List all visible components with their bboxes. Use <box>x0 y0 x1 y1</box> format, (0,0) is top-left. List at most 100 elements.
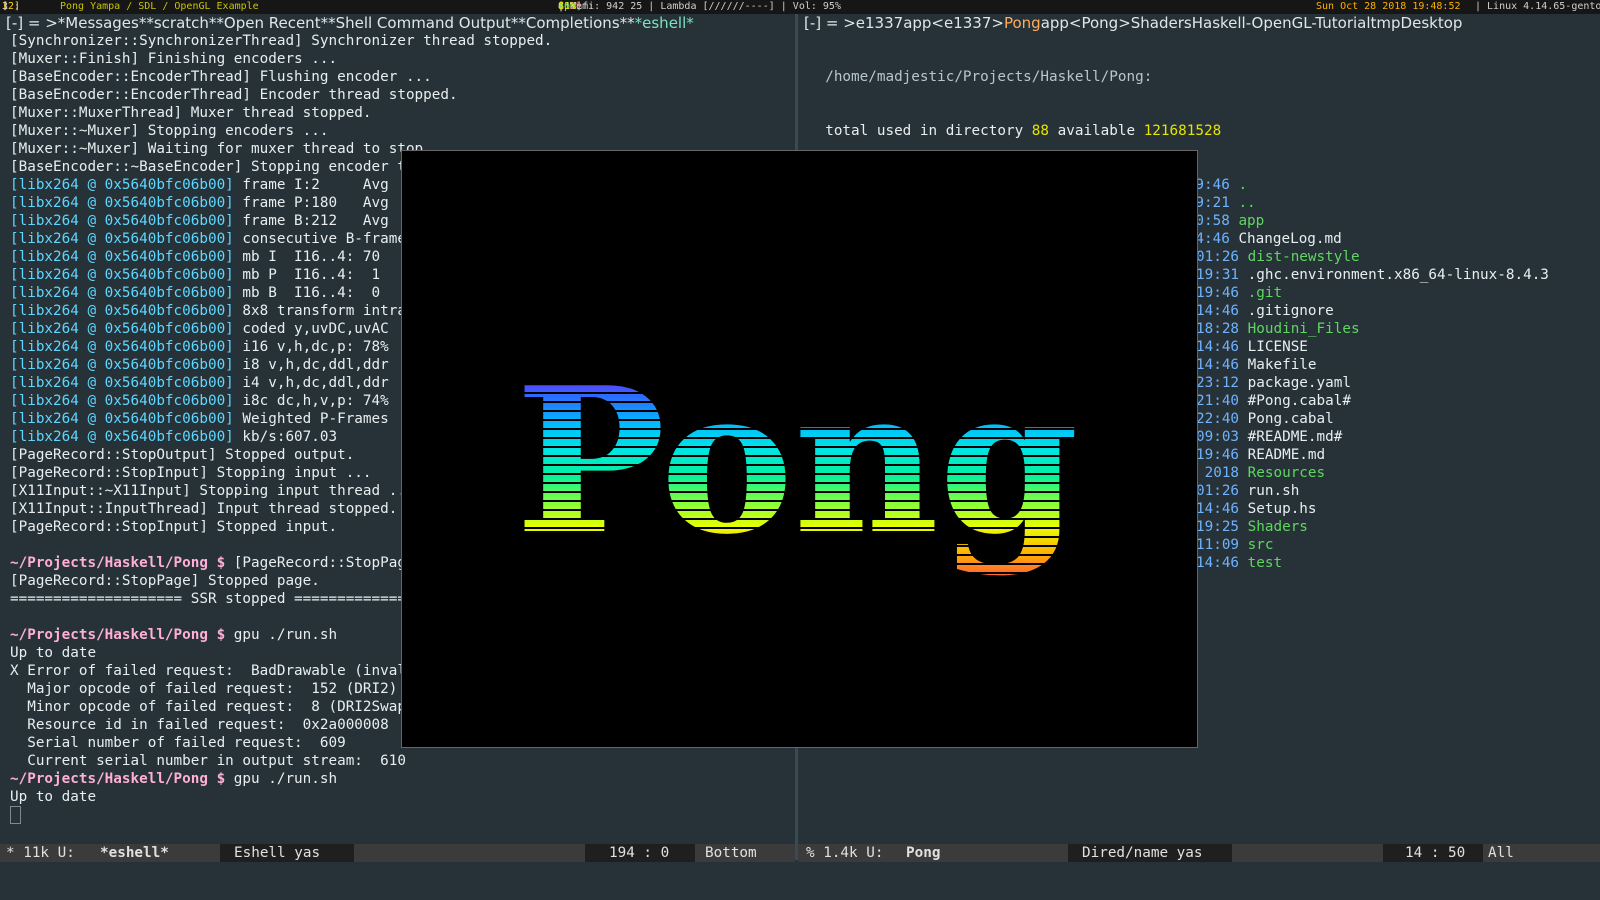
output-line: [Synchronizer::SynchronizerThread] Synch… <box>10 33 553 49</box>
prompt-line: ~/Projects/Haskell/Pong $ gpu ./run.sh <box>10 770 795 788</box>
output-line: [Muxer::~Muxer] Stopping encoders ... <box>10 123 329 139</box>
log-prefix: [libx264 @ 0x5640bfc06b00] <box>10 321 234 337</box>
file-name[interactable]: .git <box>1248 285 1282 301</box>
file-time: 14:46 <box>1196 339 1240 355</box>
buffer-name[interactable]: Pong <box>906 844 940 862</box>
mode-line-left: * 11k U: *eshell* Eshell yas 194 : 0 Bot… <box>0 844 795 862</box>
file-name[interactable]: app <box>1238 213 1264 229</box>
log-prefix: [libx264 @ 0x5640bfc06b00] <box>10 177 234 193</box>
cursor-position: 14 : 50 <box>1383 844 1483 862</box>
file-name[interactable]: test <box>1248 555 1282 571</box>
file-time: 01:26 <box>1196 249 1240 265</box>
log-text: frame P:180 Avg <box>233 195 389 211</box>
shell-prompt: ~/Projects/Haskell/Pong $ <box>10 771 234 787</box>
file-name[interactable]: #README.md# <box>1248 429 1343 445</box>
log-text: frame I:2 Avg <box>233 177 389 193</box>
log-prefix: [libx264 @ 0x5640bfc06b00] <box>10 213 234 229</box>
major-mode[interactable]: Eshell yas <box>220 844 354 862</box>
log-prefix: [libx264 @ 0x5640bfc06b00] <box>10 375 234 391</box>
output-line: [Muxer::Finish] Finishing encoders ... <box>10 51 338 67</box>
file-time: 21:40 <box>1196 393 1240 409</box>
file-name[interactable]: Makefile <box>1248 357 1317 373</box>
log-prefix: [libx264 @ 0x5640bfc06b00] <box>10 231 234 247</box>
file-name[interactable]: src <box>1248 537 1274 553</box>
directory-path: /home/madjestic/Projects/Haskell/Pong: <box>808 69 1153 85</box>
kernel-version: | Linux 4.14.65-gentoo <box>1475 1 1600 12</box>
output-line: Up to date <box>10 789 97 805</box>
buffer-status: * 11k U: <box>6 845 75 861</box>
file-time: 18:28 <box>1196 321 1240 337</box>
input-line[interactable] <box>10 806 795 824</box>
file-name[interactable]: #Pong.cabal# <box>1248 393 1351 409</box>
log-text: Weighted P-Frames <box>233 411 389 427</box>
command-text: gpu ./run.sh <box>233 627 338 643</box>
buffer-name[interactable]: *eshell* <box>100 844 169 862</box>
pong-game-window[interactable]: Pong <box>401 150 1198 748</box>
minibuffer[interactable] <box>0 862 1600 900</box>
mode-line-right: % 1.4k U: Pong Dired/name yas 14 : 50 Al… <box>798 844 1600 862</box>
file-time: 19:31 <box>1196 267 1240 283</box>
file-time: 19:25 <box>1196 519 1240 535</box>
file-time: 19:46 <box>1196 285 1240 301</box>
shell-prompt: ~/Projects/Haskell/Pong $ <box>10 627 234 643</box>
file-name[interactable]: Shaders <box>1248 519 1308 535</box>
buffer-tabs-right[interactable]: [-] = >e1337app<e1337>Pongapp<Pong>Shade… <box>798 14 1600 32</box>
log-prefix: [libx264 @ 0x5640bfc06b00] <box>10 195 234 211</box>
file-time: 23:12 <box>1196 375 1240 391</box>
pong-title-render: Pong <box>515 344 1079 579</box>
log-prefix: [libx264 @ 0x5640bfc06b00] <box>10 285 234 301</box>
file-name[interactable]: .. <box>1238 195 1255 211</box>
file-time: 14:46 <box>1196 357 1240 373</box>
file-name[interactable]: .gitignore <box>1248 303 1334 319</box>
buffer-status: % 1.4k U: <box>806 845 884 861</box>
log-text: i4 v,h,dc,ddl,ddr <box>233 375 389 391</box>
command-text: gpu ./run.sh <box>233 771 338 787</box>
log-text: i16 v,h,dc,p: 78% <box>233 339 389 355</box>
file-name[interactable]: README.md <box>1248 447 1325 463</box>
scroll-position: Bottom <box>705 845 757 861</box>
file-time: 19:46 <box>1196 447 1240 463</box>
file-name[interactable]: ChangeLog.md <box>1238 231 1341 247</box>
log-prefix: [libx264 @ 0x5640bfc06b00] <box>10 411 234 427</box>
file-time: 14:46 <box>1196 303 1240 319</box>
file-time: 22:40 <box>1196 411 1240 427</box>
file-time: 09:03 <box>1196 429 1240 445</box>
log-text: frame B:212 Avg <box>233 213 389 229</box>
tab-eshell[interactable]: *eshell* <box>635 14 694 32</box>
file-name[interactable]: Houdini_Files <box>1248 321 1360 337</box>
file-name[interactable]: . <box>1238 177 1247 193</box>
log-text: consecutive B-frames <box>233 231 415 247</box>
file-time: 14:46 <box>1196 501 1240 517</box>
file-name[interactable]: Resources <box>1248 465 1325 481</box>
log-text: i8c dc,h,v,p: 74% <box>233 393 389 409</box>
file-name[interactable]: LICENSE <box>1248 339 1308 355</box>
file-name[interactable]: Setup.hs <box>1248 501 1317 517</box>
major-mode[interactable]: Dired/name yas <box>1068 844 1232 862</box>
log-prefix: [libx264 @ 0x5640bfc06b00] <box>10 357 234 373</box>
log-text: coded y,uvDC,uvAC <box>233 321 389 337</box>
log-prefix: [libx264 @ 0x5640bfc06b00] <box>10 393 234 409</box>
file-name[interactable]: Pong.cabal <box>1248 411 1334 427</box>
log-text: mb I I16..4: 70 <box>233 249 381 265</box>
file-name[interactable]: dist-newstyle <box>1248 249 1360 265</box>
log-text: mb B I16..4: 0 <box>233 285 381 301</box>
buffer-tabs[interactable]: [-] = >*Messages**scratch**Open Recent**… <box>0 14 795 32</box>
shell-prompt: ~/Projects/Haskell/Pong $ <box>10 555 234 571</box>
log-text: i8 v,h,dc,ddl,ddr <box>233 357 389 373</box>
pong-logo-text: Pong <box>515 344 1079 579</box>
log-text: mb P I16..4: 1 <box>233 267 381 283</box>
text-cursor[interactable] <box>10 806 21 824</box>
file-name[interactable]: run.sh <box>1248 483 1300 499</box>
directory-totals: total used in directory 88 available 121… <box>808 123 1222 139</box>
log-text: 8x8 transform intra <box>233 303 406 319</box>
output-line: Current serial number in output stream: … <box>10 753 406 769</box>
file-name[interactable]: package.yaml <box>1248 375 1351 391</box>
status-bar: 1 [2] 3 : Pong Yampa / SDL / OpenGL Exam… <box>0 0 1600 14</box>
file-name[interactable]: .ghc.environment.x86_64-linux-8.4.3 <box>1248 267 1549 283</box>
file-time: 11:09 <box>1196 537 1240 553</box>
file-time: 2018 <box>1196 465 1240 481</box>
log-text: kb/s:607.03 <box>233 429 338 445</box>
file-time: 14:46 <box>1196 555 1240 571</box>
output-line: [BaseEncoder::EncoderThread] Encoder thr… <box>10 87 458 103</box>
active-window-title: Pong Yampa / SDL / OpenGL Example <box>60 1 259 12</box>
